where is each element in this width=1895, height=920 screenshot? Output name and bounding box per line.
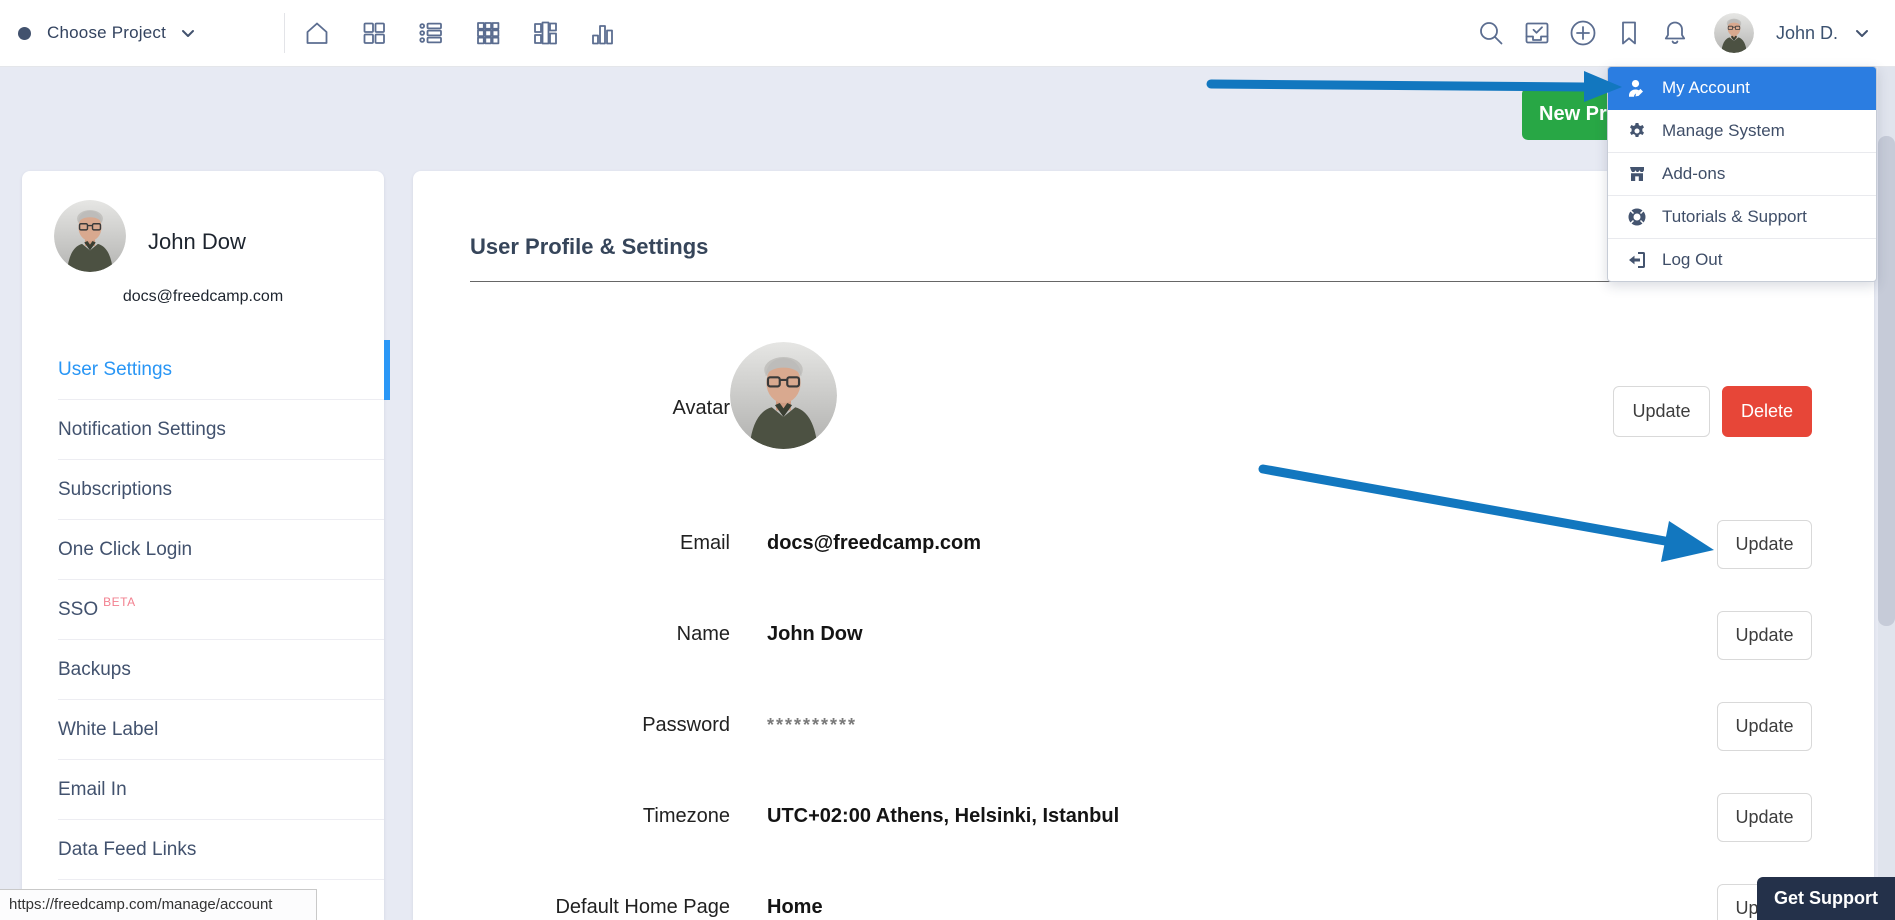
sidebar-item-notification-settings[interactable]: Notification Settings <box>22 400 384 460</box>
grid-2x2-icon <box>360 19 388 47</box>
avatar-photo <box>730 342 837 449</box>
bookmarks-button[interactable] <box>1614 18 1644 48</box>
email-value: docs@freedcamp.com <box>767 531 981 555</box>
sidebar-item-subscriptions[interactable]: Subscriptions <box>22 460 384 520</box>
bell-icon <box>1661 19 1689 47</box>
avatar-delete-button[interactable]: Delete <box>1722 386 1812 437</box>
grid-3x3-icon <box>474 19 502 47</box>
freedcamp-account-page: Choose Project <box>0 0 1895 920</box>
name-value: John Dow <box>767 622 863 646</box>
avatar-photo <box>1714 13 1754 53</box>
timezone-value: UTC+02:00 Athens, Helsinki, Istanbul <box>767 804 1119 828</box>
default-home-page-row-label: Default Home Page <box>413 895 730 919</box>
board-button[interactable] <box>530 18 560 48</box>
menu-item-log-out[interactable]: Log Out <box>1608 239 1876 281</box>
menu-item-label: Tutorials & Support <box>1662 207 1807 227</box>
name-update-button[interactable]: Update <box>1717 611 1812 660</box>
sidebar-user-name: John Dow <box>148 229 246 255</box>
plus-circle-icon <box>1568 18 1598 48</box>
home-icon <box>303 19 331 47</box>
bookmark-icon <box>1615 19 1643 47</box>
user-profile-panel: User Profile & Settings Avatar <box>413 171 1874 920</box>
default-home-page-value: Home <box>767 895 823 919</box>
user-menu-chevron-icon[interactable] <box>1854 25 1870 41</box>
project-color-dot <box>18 27 31 40</box>
top-navbar: Choose Project <box>0 0 1895 67</box>
inbox-check-icon <box>1523 19 1551 47</box>
name-row-label: Name <box>413 622 730 646</box>
store-icon <box>1627 164 1647 184</box>
password-value: ********** <box>767 713 857 737</box>
sidebar-user-email: docs@freedcamp.com <box>22 288 384 306</box>
menu-item-label: Add-ons <box>1662 164 1725 184</box>
project-selector-label: Choose Project <box>47 23 166 43</box>
link-status-bar: https://freedcamp.com/manage/account <box>0 889 317 920</box>
navbar-divider <box>284 13 285 53</box>
avatar-photo <box>54 200 126 272</box>
widgets-button[interactable] <box>359 18 389 48</box>
sidebar-item-backups[interactable]: Backups <box>22 640 384 700</box>
account-sidebar: John Dow docs@freedcamp.com User Setting… <box>22 171 384 920</box>
bar-chart-icon <box>588 19 616 47</box>
email-row-label: Email <box>413 531 730 555</box>
logout-icon <box>1627 250 1647 270</box>
quick-add-button[interactable] <box>1568 18 1598 48</box>
menu-item-label: Log Out <box>1662 250 1723 270</box>
beta-badge: BETA <box>103 595 135 609</box>
task-list-icon <box>417 19 445 47</box>
project-selector[interactable]: Choose Project <box>0 23 196 43</box>
menu-item-manage-system[interactable]: Manage System <box>1608 110 1876 153</box>
avatar-row-label: Avatar <box>413 396 730 420</box>
timezone-update-button[interactable]: Update <box>1717 793 1812 842</box>
menu-item-label: My Account <box>1662 78 1750 98</box>
sidebar-item-email-in[interactable]: Email In <box>22 760 384 820</box>
sidebar-item-one-click-login[interactable]: One Click Login <box>22 520 384 580</box>
apps-grid-button[interactable] <box>473 18 503 48</box>
user-avatar[interactable] <box>1714 13 1754 53</box>
sidebar-item-data-feed-links[interactable]: Data Feed Links <box>22 820 384 880</box>
menu-item-add-ons[interactable]: Add-ons <box>1608 153 1876 196</box>
chevron-down-icon <box>180 25 196 41</box>
page-title: User Profile & Settings <box>470 234 708 260</box>
profile-avatar-image <box>730 342 837 449</box>
user-name[interactable]: John D. <box>1776 23 1838 44</box>
active-item-indicator <box>384 340 390 400</box>
navbar-right: John D. <box>1476 0 1870 66</box>
search-button[interactable] <box>1476 18 1506 48</box>
tasks-button[interactable] <box>416 18 446 48</box>
sidebar-nav: User Settings Notification Settings Subs… <box>22 340 384 880</box>
menu-item-tutorials-support[interactable]: Tutorials & Support <box>1608 196 1876 239</box>
user-account-menu: My Account Manage System Add-ons Tutoria… <box>1607 66 1877 282</box>
user-edit-icon <box>1627 78 1647 98</box>
reports-button[interactable] <box>587 18 617 48</box>
menu-item-my-account[interactable]: My Account <box>1608 67 1876 110</box>
notifications-button[interactable] <box>1660 18 1690 48</box>
email-update-button[interactable]: Update <box>1717 520 1812 569</box>
timezone-row-label: Timezone <box>413 804 730 828</box>
kanban-board-icon <box>531 19 559 47</box>
my-tasks-button[interactable] <box>1522 18 1552 48</box>
help-ring-icon <box>1627 207 1647 227</box>
search-icon <box>1477 19 1505 47</box>
sidebar-item-user-settings[interactable]: User Settings <box>22 340 384 400</box>
sidebar-item-sso[interactable]: SSOBETA <box>22 580 384 640</box>
page-scrollbar[interactable] <box>1878 66 1895 920</box>
password-update-button[interactable]: Update <box>1717 702 1812 751</box>
sidebar-item-white-label[interactable]: White Label <box>22 700 384 760</box>
gear-icon <box>1627 121 1647 141</box>
scrollbar-thumb[interactable] <box>1878 136 1895 626</box>
sidebar-avatar <box>54 200 126 272</box>
menu-item-label: Manage System <box>1662 121 1785 141</box>
password-row-label: Password <box>413 713 730 737</box>
navbar-view-icons <box>302 0 617 66</box>
avatar-update-button[interactable]: Update <box>1613 386 1710 437</box>
home-button[interactable] <box>302 18 332 48</box>
get-support-button[interactable]: Get Support <box>1757 877 1895 920</box>
